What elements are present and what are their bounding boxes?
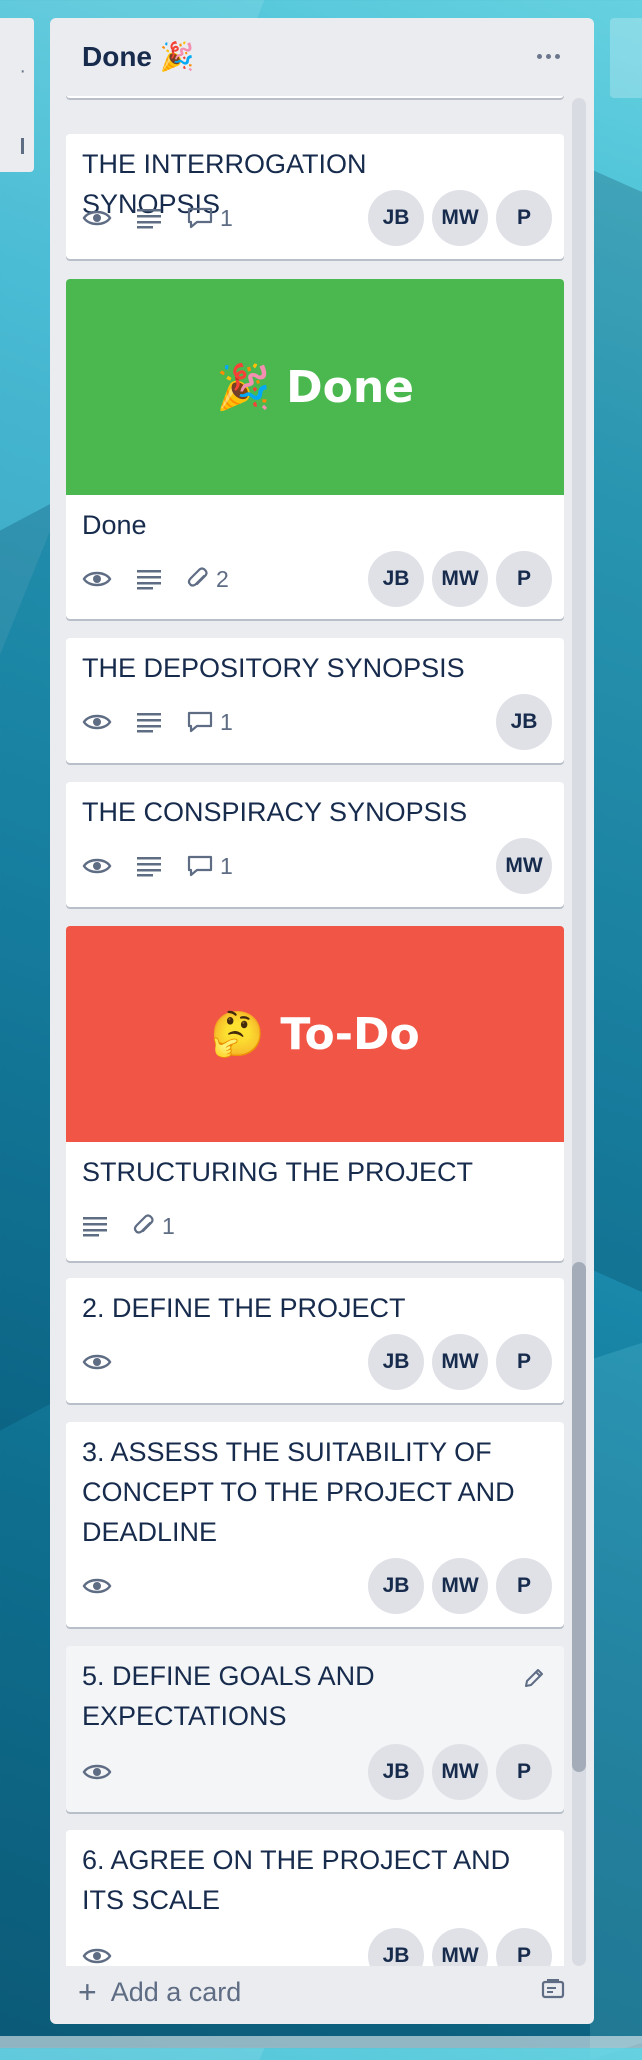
list-fragment: [21, 138, 24, 154]
avatar[interactable]: P: [496, 551, 552, 607]
card[interactable]: 5. DEFINE GOALS AND EXPECTATIONS JB MW P: [66, 1646, 564, 1812]
attachment-icon: [133, 1214, 154, 1234]
card-members: JB MW P: [360, 1744, 552, 1800]
comment-count: 1: [220, 204, 233, 231]
description-icon: [136, 711, 162, 733]
card-partial[interactable]: [66, 96, 564, 98]
card-title: Done: [82, 510, 147, 540]
comment-badge: 1: [186, 853, 233, 880]
card[interactable]: 3. ASSESS THE SUITABILITY OF CONCEPT TO …: [66, 1422, 564, 1627]
card-members: JB MW P: [360, 190, 552, 246]
list-done: Done 🎉 THE INTERROGATION SYNOPSIS 1 JB M…: [50, 18, 594, 2024]
comment-count: 1: [220, 852, 233, 879]
eye-icon: [82, 1762, 112, 1782]
card[interactable]: THE CONSPIRACY SYNOPSIS 1 MW: [66, 782, 564, 907]
card-title: 5. DEFINE GOALS AND EXPECTATIONS: [82, 1661, 375, 1731]
avatar[interactable]: MW: [496, 838, 552, 894]
eye-icon: [82, 1576, 112, 1596]
card-members: MW: [488, 838, 552, 894]
card[interactable]: THE DEPOSITORY SYNOPSIS 1 JB: [66, 638, 564, 763]
avatar[interactable]: JB: [368, 1334, 424, 1390]
card-with-cover[interactable]: 🎉 Done Done 2 JB MW P: [66, 279, 564, 619]
avatar[interactable]: MW: [432, 1558, 488, 1614]
eye-icon: [82, 569, 112, 589]
more-horizontal-icon[interactable]: [528, 38, 568, 74]
description-icon: [82, 1215, 108, 1237]
attachment-icon: [187, 567, 208, 587]
comment-icon: [187, 207, 213, 229]
card-title: THE DEPOSITORY SYNOPSIS: [82, 653, 465, 683]
card[interactable]: THE INTERROGATION SYNOPSIS 1 JB MW P: [66, 134, 564, 259]
avatar[interactable]: P: [496, 1558, 552, 1614]
previous-list-edge[interactable]: ·: [0, 18, 34, 172]
avatar[interactable]: P: [496, 1334, 552, 1390]
eye-icon: [82, 1352, 112, 1372]
scrollbar-thumb[interactable]: [572, 1262, 586, 1772]
eye-icon: [82, 856, 112, 876]
eye-icon: [82, 208, 112, 228]
avatar[interactable]: JB: [496, 694, 552, 750]
pencil-icon[interactable]: [522, 1666, 546, 1695]
background-shape: [590, 1340, 642, 2060]
add-card-button[interactable]: + Add a card: [78, 1970, 241, 2014]
card-title: STRUCTURING THE PROJECT: [82, 1157, 474, 1187]
attachment-count: 2: [216, 565, 229, 592]
avatar[interactable]: P: [496, 190, 552, 246]
attachment-count: 1: [162, 1212, 175, 1239]
plus-icon: +: [78, 1973, 97, 2010]
eye-icon: [82, 712, 112, 732]
list-header[interactable]: Done 🎉: [50, 18, 594, 96]
next-list-edge[interactable]: [610, 18, 642, 98]
board-scrollbar[interactable]: [0, 2036, 642, 2048]
card-title: 3. ASSESS THE SUITABILITY OF CONCEPT TO …: [82, 1437, 515, 1547]
add-card-label: Add a card: [110, 1976, 242, 2007]
card-cover: 🎉 Done: [66, 279, 564, 495]
card-members: JB MW P: [360, 1558, 552, 1614]
avatar[interactable]: MW: [432, 1744, 488, 1800]
card[interactable]: 6. AGREE ON THE PROJECT AND ITS SCALE JB…: [66, 1830, 564, 1966]
card-title: 6. AGREE ON THE PROJECT AND ITS SCALE: [82, 1845, 511, 1915]
description-icon: [136, 568, 162, 590]
card-members: JB MW P: [360, 551, 552, 607]
comment-icon: [187, 711, 213, 733]
card-template-icon[interactable]: [540, 1976, 566, 2007]
card-cover: 🤔 To-Do: [66, 926, 564, 1142]
card-title: 2. DEFINE THE PROJECT: [82, 1293, 406, 1323]
comment-count: 1: [220, 708, 233, 735]
description-icon: [136, 207, 162, 229]
avatar[interactable]: P: [496, 1744, 552, 1800]
more-horizontal-icon[interactable]: ·: [19, 60, 26, 83]
avatar[interactable]: MW: [432, 190, 488, 246]
card-members: JB MW P: [360, 1334, 552, 1390]
avatar[interactable]: JB: [368, 190, 424, 246]
card-with-cover[interactable]: 🤔 To-Do STRUCTURING THE PROJECT 1: [66, 926, 564, 1261]
avatar[interactable]: JB: [368, 1558, 424, 1614]
comment-badge: 1: [186, 205, 233, 232]
cards-area: THE INTERROGATION SYNOPSIS 1 JB MW P 🎉 D…: [66, 96, 564, 1966]
card-title: THE CONSPIRACY SYNOPSIS: [82, 797, 468, 827]
comment-icon: [187, 855, 213, 877]
list-title[interactable]: Done 🎉: [82, 40, 195, 73]
comment-badge: 1: [186, 709, 233, 736]
card[interactable]: 2. DEFINE THE PROJECT JB MW P: [66, 1278, 564, 1403]
attachment-badge: 2: [186, 566, 229, 593]
list-scrollbar[interactable]: [572, 98, 586, 1966]
card-members: JB: [488, 694, 552, 750]
avatar[interactable]: MW: [432, 1334, 488, 1390]
description-icon: [136, 855, 162, 877]
avatar[interactable]: JB: [368, 1744, 424, 1800]
list-footer: + Add a card: [50, 1960, 594, 2024]
avatar[interactable]: JB: [368, 551, 424, 607]
attachment-badge: 1: [132, 1213, 175, 1240]
avatar[interactable]: MW: [432, 551, 488, 607]
